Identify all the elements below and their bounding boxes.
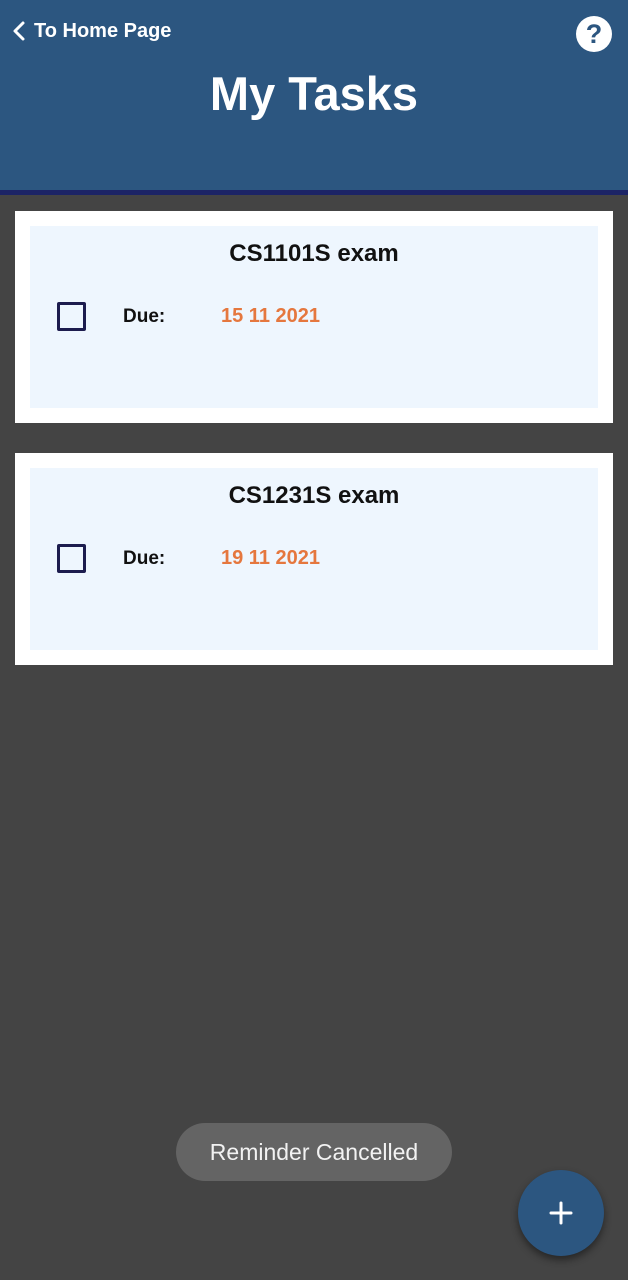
task-title: CS1101S exam: [229, 240, 399, 267]
due-label: Due:: [123, 306, 166, 327]
plus-icon: [548, 1200, 574, 1226]
task-title: CS1231S exam: [228, 482, 400, 509]
help-button[interactable]: ?: [576, 16, 612, 52]
task-complete-checkbox[interactable]: [57, 544, 86, 573]
due-date: 15 11 2021: [221, 305, 320, 327]
question-circle-icon: ?: [585, 18, 603, 49]
task-card[interactable]: CS1231S exam Due: 19 11 2021: [15, 453, 613, 665]
task-card-body: CS1231S exam Due: 19 11 2021: [30, 468, 598, 650]
chevron-left-icon: [12, 20, 26, 42]
toast-message: Reminder Cancelled: [176, 1123, 452, 1181]
back-to-home-link[interactable]: To Home Page: [12, 16, 171, 46]
page-title: My Tasks: [209, 67, 419, 120]
task-card[interactable]: CS1101S exam Due: 15 11 2021: [15, 211, 613, 423]
add-task-button[interactable]: [518, 1170, 604, 1256]
app-header: To Home Page ? My Tasks: [0, 0, 628, 195]
due-label: Due:: [123, 548, 166, 569]
back-link-label: To Home Page: [34, 19, 172, 42]
task-card-body: CS1101S exam Due: 15 11 2021: [30, 226, 598, 408]
due-date: 19 11 2021: [221, 547, 320, 569]
task-complete-checkbox[interactable]: [57, 302, 86, 331]
